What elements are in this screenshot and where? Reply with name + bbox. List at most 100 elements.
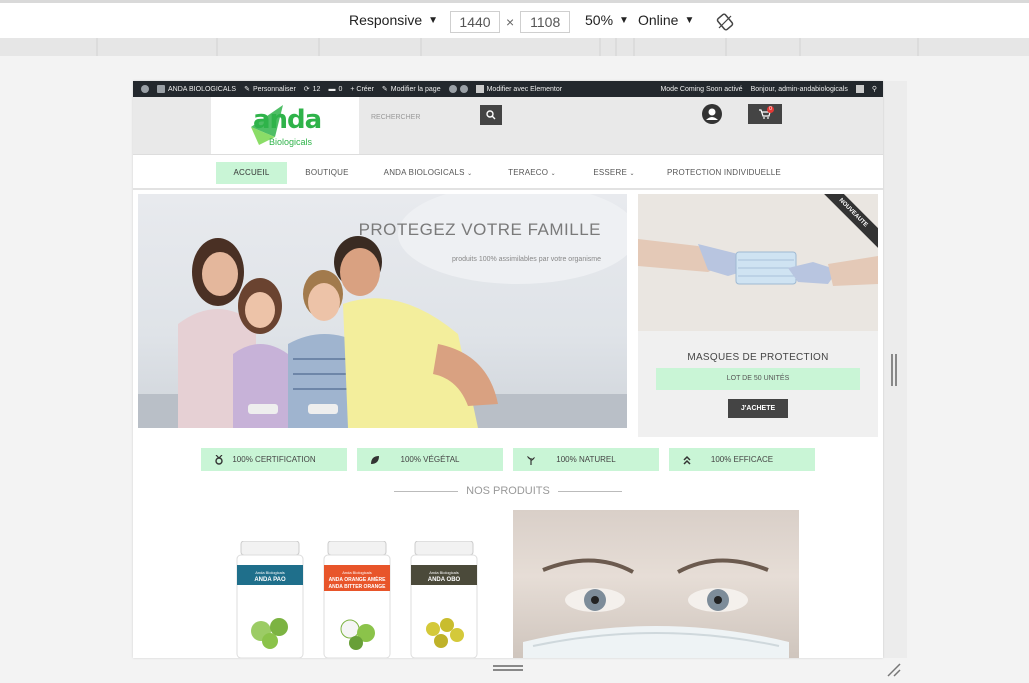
nav-item-essere[interactable]: ESSERE ⌄: [588, 162, 640, 184]
feature-certification: 100% CERTIFICATION: [201, 448, 347, 471]
feature-vegetal: 100% VÉGÉTAL: [357, 448, 503, 471]
nav-label: BOUTIQUE: [305, 168, 349, 177]
refresh-icon: ⟳: [303, 86, 310, 93]
product-anda-pao[interactable]: Anda Biologicals ANDA PAO: [235, 540, 305, 658]
cart-button[interactable]: 0: [748, 104, 782, 124]
resize-corner-icon[interactable]: [886, 662, 902, 678]
nav-item-accueil[interactable]: ACCUEIL: [216, 162, 287, 184]
logo-subtitle: Biologicals: [269, 137, 313, 147]
hero-subtitle: produits 100% assimilables par votre org…: [451, 256, 601, 263]
promo-title: MASQUES DE PROTECTION: [687, 352, 829, 363]
device-select[interactable]: Responsive ▼: [349, 12, 438, 28]
chevron-down-icon: ▼: [619, 14, 629, 26]
account-greeting[interactable]: Bonjour, admin-andabiologicals: [751, 86, 848, 93]
emulated-page: ANDA BIOLOGICALS ✎ Personnaliser ⟳ 12 ▬ 0 +…: [133, 81, 883, 658]
site-name: ANDA BIOLOGICALS: [168, 85, 237, 93]
nav-label: ANDA BIOLOGICALS: [383, 168, 465, 177]
nav-label: TERAECO: [508, 168, 549, 177]
site-name-item[interactable]: ANDA BIOLOGICALS: [157, 85, 236, 93]
product-name: ANDA ORANGE AMÈRE: [328, 577, 386, 583]
edit-page-item[interactable]: ✎ Modifier la page: [382, 85, 441, 94]
chevron-down-icon: ▼: [428, 14, 439, 26]
promo-card: NOUVEAUTE MASQUES DE PROTECTION LOT DE 5…: [638, 194, 878, 437]
divider: [394, 490, 459, 492]
chevron-down-icon: ⌄: [629, 171, 635, 177]
wp-logo-item[interactable]: [141, 85, 149, 93]
nav-item-boutique[interactable]: BOUTIQUE: [298, 162, 356, 184]
rotate-icon[interactable]: [716, 13, 734, 31]
chevron-down-icon: ⌄: [467, 171, 473, 177]
comments-item[interactable]: ▬ 0: [328, 86, 342, 93]
devtools-toolbar: Responsive ▼ 1440 × 1108 50% ▼ Online ▼: [0, 0, 1029, 38]
product-anda-orange-amere[interactable]: Anda Biologicals ANDA ORANGE AMÈRE ANDA …: [322, 540, 392, 658]
search-icon[interactable]: ⚲: [872, 85, 877, 93]
medal-icon: [213, 454, 225, 466]
nav-label: ACCUEIL: [233, 168, 270, 177]
zoom-label: 50%: [585, 12, 614, 28]
cart-count-badge: 0: [767, 106, 774, 113]
hero-slider[interactable]: PROTEGEZ VOTRE FAMILLE produits 100% ass…: [138, 194, 627, 428]
wordpress-icon: [141, 85, 149, 93]
feature-label: 100% NATUREL: [556, 455, 616, 464]
product-jars: Anda Biologicals ANDA PAO Anda Biologica…: [233, 540, 503, 658]
product-brand: Anda Biologicals: [255, 570, 285, 575]
coming-soon-status[interactable]: Mode Coming Soon activé: [660, 86, 742, 93]
nav-item-teraeco[interactable]: TERAECO ⌄: [502, 162, 562, 184]
height-input[interactable]: 1108: [520, 11, 571, 33]
site-logo[interactable]: anda Biologicals: [211, 97, 359, 154]
double-chevron-up-icon: [681, 454, 693, 466]
media-query-bar[interactable]: [0, 38, 1029, 56]
search-button[interactable]: [480, 105, 502, 125]
search-icon: [486, 110, 496, 120]
user-avatar[interactable]: [855, 85, 864, 93]
width-input[interactable]: 1440: [450, 11, 500, 33]
comments-count: 0: [338, 85, 343, 93]
times-sign: ×: [506, 14, 515, 30]
wp-admin-bar: ANDA BIOLOGICALS ✎ Personnaliser ⟳ 12 ▬ 0 +…: [133, 81, 883, 97]
zoom-select[interactable]: 50% ▼: [585, 12, 629, 28]
mask-photo: [638, 194, 878, 331]
dot-icon: [459, 85, 468, 93]
promo-badge: LOT DE 50 UNITÉS: [656, 368, 860, 390]
edit-page-label: Modifier la page: [390, 85, 441, 93]
resize-handle-right[interactable]: [891, 354, 897, 386]
chevron-down-icon: ▼: [684, 14, 695, 26]
customize-item[interactable]: ✎ Personnaliser: [244, 85, 296, 94]
elementor-label: Modifier avec Elementor: [486, 85, 563, 93]
throttle-label: Online: [638, 12, 679, 28]
resize-handle-bottom[interactable]: [493, 665, 523, 671]
nav-label: ESSERE: [593, 168, 627, 177]
nav-item-protection[interactable]: PROTECTION INDIVIDUELLE: [665, 162, 783, 184]
masked-face-photo: [513, 510, 799, 658]
main-nav: ACCUEIL BOUTIQUE ANDA BIOLOGICALS ⌄ TERA…: [133, 154, 883, 190]
device-label: Responsive: [349, 12, 423, 28]
hero-title: PROTEGEZ VOTRE FAMILLE: [358, 220, 601, 239]
nav-item-anda-biologicals[interactable]: ANDA BIOLOGICALS ⌄: [376, 162, 480, 184]
updates-item[interactable]: ⟳ 12: [303, 85, 321, 94]
products-heading: NOS PRODUITS: [391, 484, 625, 498]
feature-label: 100% VÉGÉTAL: [400, 455, 460, 464]
product-name: ANDA PAO: [254, 577, 286, 583]
brush-icon: ✎: [244, 86, 250, 93]
logo-wordmark: anda: [253, 105, 322, 135]
misc-icons[interactable]: [448, 85, 468, 93]
product-anda-obo[interactable]: Anda Biologicals ANDA OBO: [409, 540, 479, 658]
buy-button[interactable]: J'ACHETE: [728, 399, 788, 418]
nav-label: PROTECTION INDIVIDUELLE: [667, 168, 781, 177]
products-title: NOS PRODUITS: [466, 485, 550, 497]
throttle-select[interactable]: Online ▼: [638, 12, 694, 28]
new-item[interactable]: + Créer: [350, 86, 374, 93]
account-icon[interactable]: [702, 104, 722, 124]
search-input[interactable]: RECHERCHER: [369, 108, 481, 128]
leaf-icon: [369, 454, 381, 466]
comment-icon: ▬: [328, 85, 336, 93]
plant-icon: [525, 454, 537, 466]
elementor-item[interactable]: Modifier avec Elementor: [475, 85, 563, 93]
product-brand: Anda Biologicals: [429, 570, 459, 575]
product-name-en: ANDA BITTER ORANGE: [328, 584, 386, 590]
site-header: anda Biologicals RECHERCHER 0: [133, 97, 883, 154]
updates-count: 12: [312, 85, 321, 93]
elementor-icon: [475, 85, 484, 93]
product-name: ANDA OBO: [427, 577, 461, 583]
feature-label: 100% CERTIFICATION: [232, 455, 316, 464]
